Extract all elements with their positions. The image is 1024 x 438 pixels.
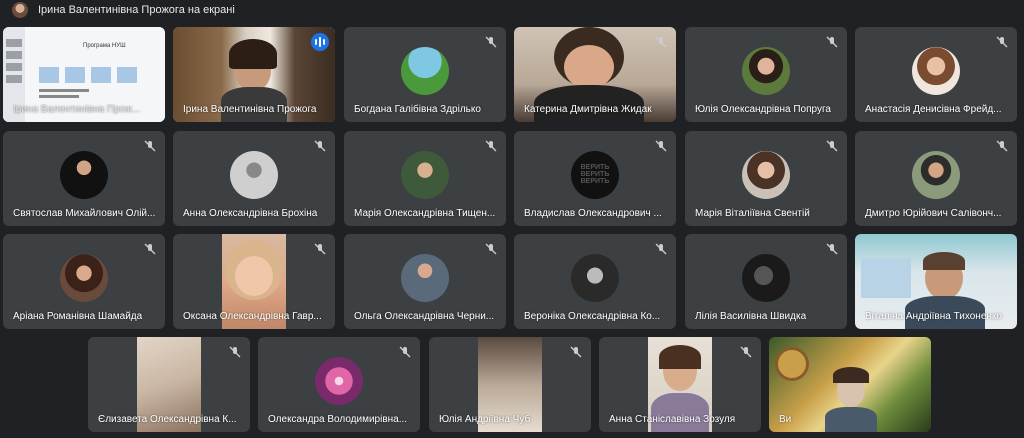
participant-tile[interactable]: Богдана Галібівна Здрілько: [344, 27, 506, 122]
avatar: [230, 150, 278, 199]
participant-name: Дмитро Юрійович Салівонч...: [865, 208, 1002, 219]
participant-tile[interactable]: Катерина Дмитрівна Жидак: [514, 27, 676, 122]
participant-name: Святослав Михайлович Олій...: [13, 208, 156, 219]
participant-tile[interactable]: Юлія Олександрівна Попруга: [685, 27, 847, 122]
participant-tile[interactable]: Юлія Андріївна Чуб: [429, 337, 591, 432]
mic-off-icon: [229, 346, 241, 358]
participant-name: Анастасія Денисівна Фрейд...: [865, 104, 1002, 115]
participant-tile[interactable]: Вероніка Олександрівна Ко...: [514, 234, 676, 329]
participant-tile[interactable]: Аріана Романівна Шамайда: [3, 234, 165, 329]
mic-off-icon: [314, 243, 326, 255]
mic-off-icon: [399, 346, 411, 358]
mic-off-icon: [655, 243, 667, 255]
avatar-text: ВЕРИТЬ: [580, 178, 610, 186]
mic-off-icon: [144, 243, 156, 255]
participant-tile[interactable]: Анна Олександрівна Брохіна: [173, 131, 335, 226]
avatar: ВЕРИТЬ ВЕРИТЬ ВЕРИТЬ: [571, 150, 619, 199]
participant-tile[interactable]: Віталіна Андріївна Тихоненко: [855, 234, 1017, 329]
participant-tile[interactable]: Лілія Василівна Швидка: [685, 234, 847, 329]
mic-off-icon: [485, 140, 497, 152]
avatar: [742, 150, 790, 199]
avatar: [401, 150, 449, 199]
participant-name: Юлія Андріївна Чуб: [439, 414, 531, 425]
mic-off-icon: [485, 243, 497, 255]
speaking-indicator-icon: [311, 33, 329, 51]
participant-name: Аріана Романівна Шамайда: [13, 311, 143, 322]
mic-off-icon: [144, 140, 156, 152]
participant-name: Владислав Олександрович ...: [524, 208, 662, 219]
mic-off-icon: [996, 36, 1008, 48]
participant-grid: Програма НУШ Ірина Валентинівна Прож... …: [0, 0, 1024, 438]
avatar: [742, 253, 790, 302]
mic-off-icon: [655, 140, 667, 152]
mic-off-icon: [996, 140, 1008, 152]
participant-name: Оксана Олександрівна Гавр...: [183, 311, 322, 322]
mic-off-icon: [314, 140, 326, 152]
mic-off-icon: [826, 140, 838, 152]
participant-name: Юлія Олександрівна Попруга: [695, 104, 831, 115]
participant-name: Єлизавета Олександрівна К...: [98, 414, 237, 425]
avatar-text: ВЕРИТЬ: [580, 171, 610, 179]
participant-tile[interactable]: ВЕРИТЬ ВЕРИТЬ ВЕРИТЬ Владислав Олександр…: [514, 131, 676, 226]
avatar: [401, 46, 449, 95]
participant-tile[interactable]: Марія Віталіївна Свентій: [685, 131, 847, 226]
participant-name: Ірина Валентинівна Прож...: [13, 104, 141, 115]
participant-tile[interactable]: Марія Олександрівна Тищен...: [344, 131, 506, 226]
avatar: [912, 46, 960, 95]
participant-name: Вероніка Олександрівна Ко...: [524, 311, 661, 322]
participant-tile[interactable]: Ольга Олександрівна Черни...: [344, 234, 506, 329]
avatar: [742, 46, 790, 95]
participant-tile[interactable]: Оксана Олександрівна Гавр...: [173, 234, 335, 329]
participant-tile[interactable]: Олександра Володимирівна...: [258, 337, 420, 432]
participant-name: Богдана Галібівна Здрілько: [354, 104, 481, 115]
participant-name: Віталіна Андріївна Тихоненко: [865, 311, 1002, 322]
participant-tile[interactable]: Дмитро Юрійович Салівонч...: [855, 131, 1017, 226]
mic-off-icon: [655, 36, 667, 48]
avatar: [912, 150, 960, 199]
participant-name: Катерина Дмитрівна Жидак: [524, 104, 652, 115]
slide-title: Програма НУШ: [83, 43, 126, 49]
participant-name: Ірина Валентинівна Прожога: [183, 104, 317, 115]
participant-tile[interactable]: Анна Станіславівна Зозуля: [599, 337, 761, 432]
participant-tile-screen-share[interactable]: Програма НУШ Ірина Валентинівна Прож...: [3, 27, 165, 122]
participant-name: Марія Віталіївна Свентій: [695, 208, 810, 219]
avatar: [401, 253, 449, 302]
mic-off-icon: [826, 36, 838, 48]
participant-name: Олександра Володимирівна...: [268, 414, 408, 425]
participant-name: Марія Олександрівна Тищен...: [354, 208, 496, 219]
participant-name: Лілія Василівна Швидка: [695, 311, 807, 322]
participant-name: Анна Станіславівна Зозуля: [609, 414, 736, 425]
avatar: [60, 150, 108, 199]
mic-off-icon: [740, 346, 752, 358]
participant-tile[interactable]: Єлизавета Олександрівна К...: [88, 337, 250, 432]
avatar: [60, 253, 108, 302]
participant-name: Ви: [779, 414, 792, 425]
avatar-text: ВЕРИТЬ: [580, 164, 610, 172]
participant-name: Анна Олександрівна Брохіна: [183, 208, 318, 219]
mic-off-icon: [485, 36, 497, 48]
mic-off-icon: [570, 346, 582, 358]
mic-off-icon: [826, 243, 838, 255]
participant-tile[interactable]: Анастасія Денисівна Фрейд...: [855, 27, 1017, 122]
avatar: [315, 356, 363, 405]
avatar: [571, 253, 619, 302]
participant-tile-active-speaker[interactable]: Ірина Валентинівна Прожога: [173, 27, 335, 122]
participant-tile-self[interactable]: Ви: [769, 337, 931, 432]
participant-name: Ольга Олександрівна Черни...: [354, 311, 495, 322]
participant-tile[interactable]: Святослав Михайлович Олій...: [3, 131, 165, 226]
